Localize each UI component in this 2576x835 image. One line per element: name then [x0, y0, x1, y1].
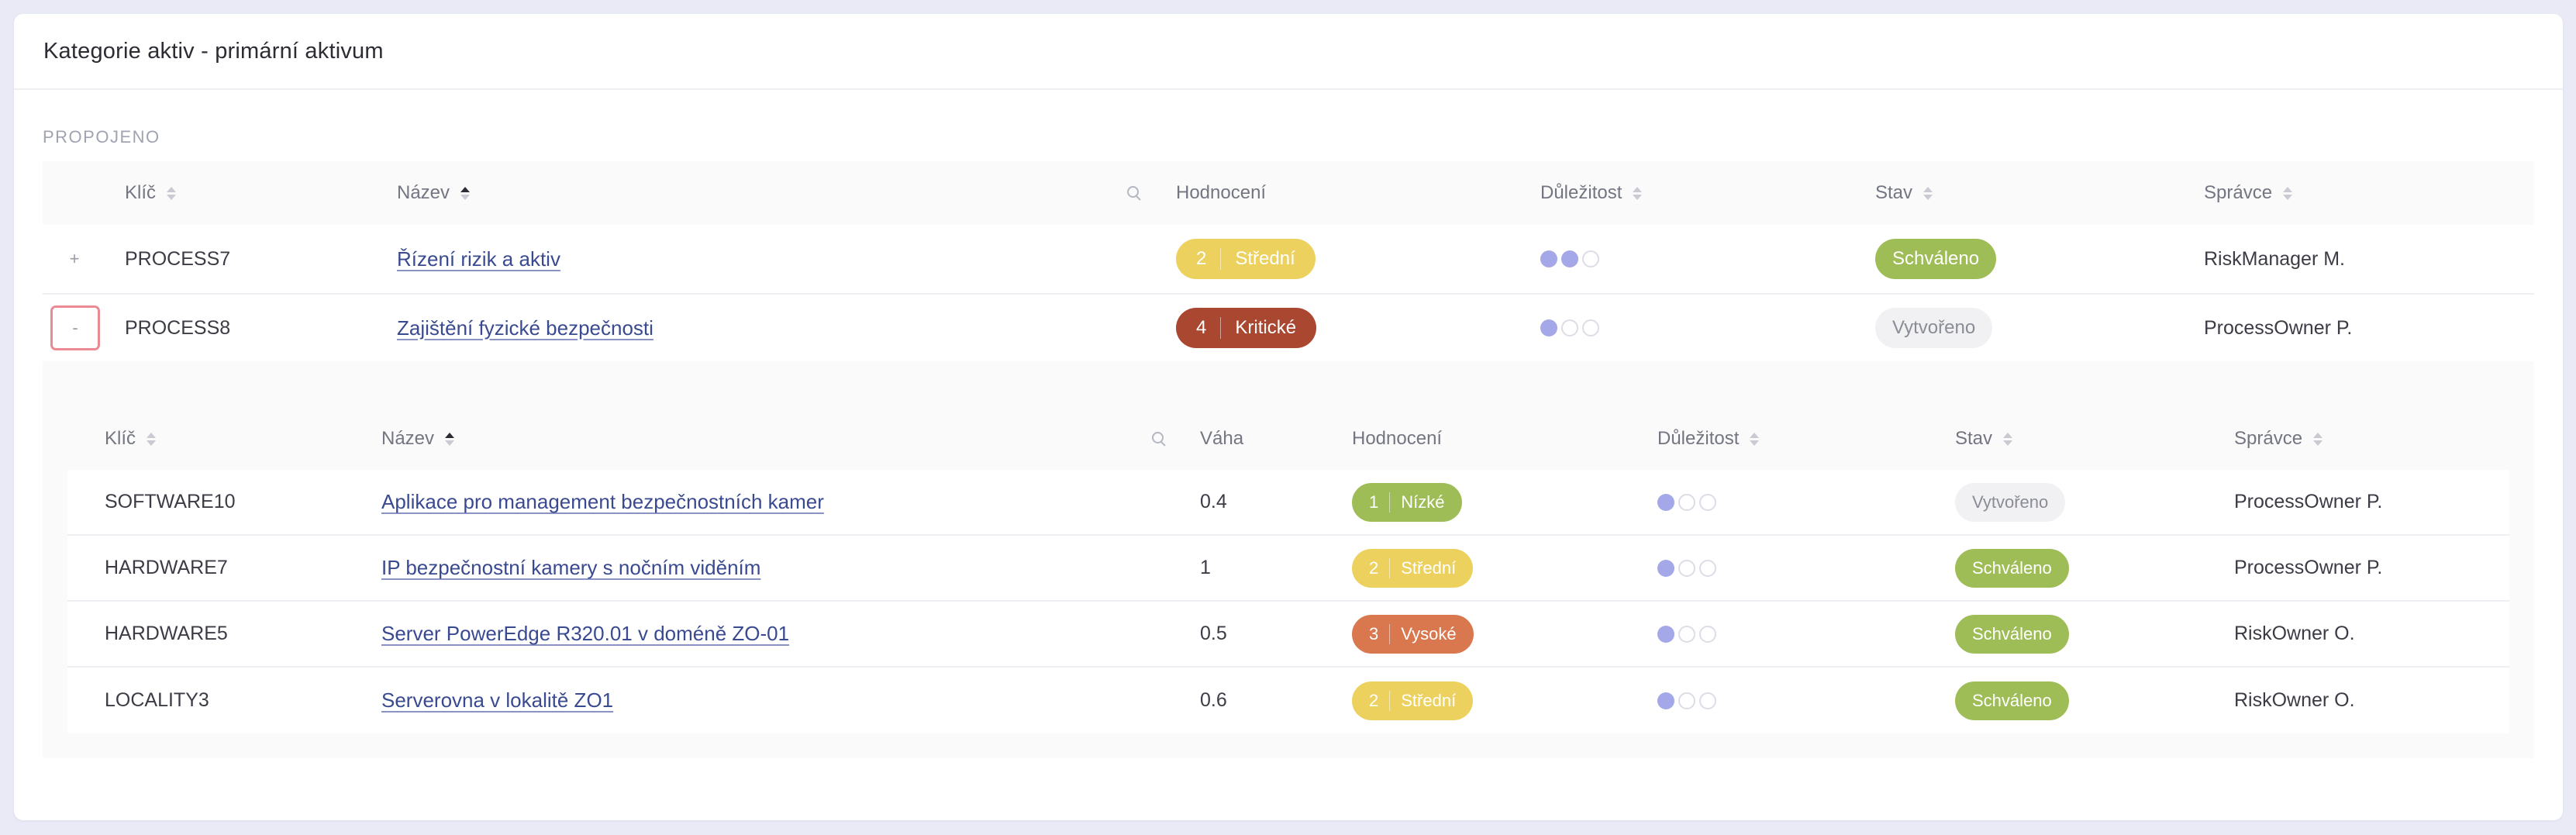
row-key: HARDWARE7	[105, 557, 228, 578]
row-name-link[interactable]: Server PowerEdge R320.01 v doméně ZO-01	[381, 622, 789, 646]
row-weight: 0.5	[1200, 623, 1227, 644]
row-weight: 1	[1200, 557, 1211, 578]
table-row[interactable]: SOFTWARE10 Aplikace pro management bezpe…	[67, 470, 2509, 536]
table-row[interactable]: LOCALITY3 Serverovna v lokalitě ZO1 0.6 …	[67, 668, 2509, 733]
row-owner: ProcessOwner P.	[2204, 316, 2353, 339]
linked-processes-table: Klíč Název Hodnocení Důležitost Stav Spr…	[43, 161, 2534, 758]
rating-badge: 3 Vysoké	[1352, 614, 1474, 654]
importance-indicator	[1657, 692, 1716, 709]
name-search-icon[interactable]	[1151, 408, 1167, 470]
column-header-state[interactable]: Stav	[1955, 408, 2013, 470]
column-header-state[interactable]: Stav	[1875, 161, 1933, 225]
collapse-row-button[interactable]: -	[50, 305, 100, 350]
section-label: PROPOJENO	[43, 127, 160, 147]
table-row[interactable]: - PROCESS8 Zajištění fyzické bezpečnosti…	[43, 295, 2534, 361]
column-header-weight: Váha	[1200, 428, 1244, 449]
importance-indicator	[1657, 625, 1716, 643]
row-key: HARDWARE5	[105, 623, 228, 644]
column-header-rating: Hodnocení	[1176, 182, 1267, 203]
row-name-link[interactable]: Řízení rizik a aktiv	[397, 247, 560, 271]
sort-icon[interactable]	[147, 432, 157, 446]
status-badge: Schváleno	[1955, 681, 2069, 720]
row-owner: ProcessOwner P.	[2234, 557, 2383, 578]
card-header: Kategorie aktiv - primární aktivum	[14, 14, 2563, 90]
column-header-name[interactable]: Název	[381, 408, 455, 470]
row-name-link[interactable]: Aplikace pro management bezpečnostních k…	[381, 490, 824, 514]
nested-assets-table: Klíč Název Váha Hodnocení Důležitost Sta…	[67, 408, 2509, 733]
column-header-rating: Hodnocení	[1352, 428, 1443, 449]
row-owner: RiskOwner O.	[2234, 623, 2355, 644]
nested-table-header-row: Klíč Název Váha Hodnocení Důležitost Sta…	[67, 408, 2509, 470]
row-weight: 0.4	[1200, 491, 1227, 512]
rating-badge: 2 Střední	[1352, 548, 1474, 588]
sort-icon[interactable]	[2313, 432, 2323, 446]
status-badge: Schváleno	[1875, 239, 1997, 279]
importance-indicator	[1540, 250, 1599, 267]
status-badge: Vytvořeno	[1955, 482, 2066, 522]
row-name-link[interactable]: Serverovna v lokalitě ZO1	[381, 688, 613, 713]
sort-icon[interactable]	[1923, 186, 1933, 200]
column-header-key[interactable]: Klíč	[105, 408, 157, 470]
table-row[interactable]: HARDWARE5 Server PowerEdge R320.01 v dom…	[67, 602, 2509, 668]
name-search-icon[interactable]	[1126, 161, 1142, 225]
column-header-key[interactable]: Klíč	[125, 161, 177, 225]
row-owner: RiskManager M.	[2204, 247, 2345, 270]
status-badge: Vytvořeno	[1875, 308, 1993, 348]
row-owner: RiskOwner O.	[2234, 689, 2355, 711]
row-name-link[interactable]: Zajištění fyzické bezpečnosti	[397, 316, 653, 340]
importance-indicator	[1540, 319, 1599, 336]
row-key: SOFTWARE10	[105, 491, 236, 512]
column-header-importance[interactable]: Důležitost	[1540, 161, 1643, 225]
row-name-link[interactable]: IP bezpečnostní kamery s nočním viděním	[381, 556, 760, 580]
row-owner: ProcessOwner P.	[2234, 491, 2383, 512]
sort-icon[interactable]	[2283, 186, 2293, 200]
asset-category-card: Kategorie aktiv - primární aktivum PROPO…	[14, 14, 2563, 820]
table-row[interactable]: HARDWARE7 IP bezpečnostní kamery s noční…	[67, 536, 2509, 602]
sort-icon[interactable]	[167, 186, 177, 200]
rating-badge: 1 Nízké	[1352, 482, 1462, 522]
rating-badge: 2 Střední	[1352, 681, 1474, 720]
row-key: PROCESS7	[125, 247, 231, 270]
sort-icon[interactable]	[1633, 186, 1643, 200]
card-title: Kategorie aktiv - primární aktivum	[43, 38, 384, 64]
rating-badge: 2 Střední	[1176, 239, 1316, 279]
row-key: PROCESS8	[125, 316, 231, 339]
importance-indicator	[1657, 559, 1716, 577]
expand-row-button[interactable]: +	[58, 243, 91, 275]
column-header-owner[interactable]: Správce	[2234, 408, 2323, 470]
column-header-name[interactable]: Název	[397, 161, 471, 225]
status-badge: Schváleno	[1955, 614, 2069, 654]
column-header-importance[interactable]: Důležitost	[1657, 408, 1760, 470]
row-weight: 0.6	[1200, 689, 1227, 711]
column-header-owner[interactable]: Správce	[2204, 161, 2293, 225]
sort-icon[interactable]	[2003, 432, 2013, 446]
importance-indicator	[1657, 493, 1716, 511]
status-badge: Schváleno	[1955, 548, 2069, 588]
table-row[interactable]: + PROCESS7 Řízení rizik a aktiv 2 Středn…	[43, 225, 2534, 295]
sort-ascending-icon[interactable]	[460, 186, 471, 200]
table-header-row: Klíč Název Hodnocení Důležitost Stav Spr…	[43, 161, 2534, 225]
row-key: LOCALITY3	[105, 689, 209, 711]
rating-badge: 4 Kritické	[1176, 308, 1317, 348]
sort-ascending-icon[interactable]	[445, 432, 455, 446]
sort-icon[interactable]	[1750, 432, 1760, 446]
